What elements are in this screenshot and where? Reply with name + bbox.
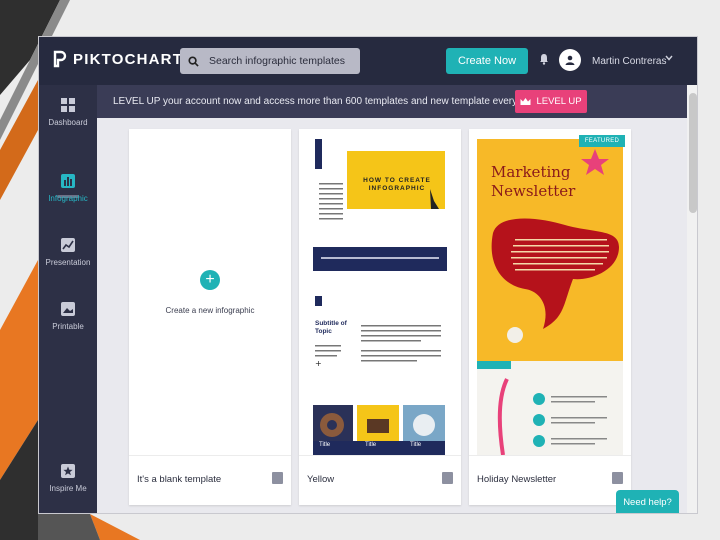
sidebar-item-printable[interactable]: Printable bbox=[39, 301, 97, 331]
sidebar-item-inspire-me[interactable]: Inspire Me bbox=[39, 463, 97, 493]
logo-mark-icon bbox=[53, 50, 67, 68]
sidebar-item-dashboard[interactable]: Dashboard bbox=[39, 97, 97, 127]
banner-text: LEVEL UP your account now and access mor… bbox=[113, 96, 547, 107]
scrollbar-thumb[interactable] bbox=[689, 93, 697, 213]
thumbnail-title: Marketing Newsletter bbox=[491, 163, 576, 200]
sidebar-item-label: Presentation bbox=[45, 258, 91, 267]
card-footer: Yellow bbox=[299, 455, 461, 505]
template-type-icon bbox=[442, 472, 453, 484]
user-name[interactable]: Martin Contreras bbox=[592, 56, 666, 67]
add-icon[interactable]: + bbox=[200, 270, 220, 290]
sidebar-item-label: Dashboard bbox=[48, 118, 88, 127]
thumbnail-subtitle: Subtitle of Topic bbox=[315, 320, 347, 335]
template-type-icon bbox=[272, 472, 283, 484]
inspire-icon bbox=[61, 464, 75, 478]
level-up-label: LEVEL UP bbox=[536, 96, 582, 107]
sidebar: Dashboard Infographic Presentation Print… bbox=[39, 85, 97, 513]
bell-icon[interactable] bbox=[539, 53, 549, 65]
chevron-down-icon[interactable] bbox=[665, 55, 673, 61]
user-icon bbox=[565, 55, 575, 65]
card-title: Yellow bbox=[307, 474, 335, 485]
scrollbar[interactable] bbox=[687, 85, 697, 513]
sidebar-item-presentation[interactable]: Presentation bbox=[39, 237, 97, 267]
create-now-button[interactable]: Create Now bbox=[446, 48, 528, 74]
create-new-label: Create a new infographic bbox=[165, 306, 255, 315]
card-title: Holiday Newsletter bbox=[477, 474, 557, 485]
top-bar: PIKTOCHART Search infographic templates … bbox=[39, 37, 697, 85]
card-title: It's a blank template bbox=[137, 474, 222, 485]
sidebar-item-label: Inspire Me bbox=[49, 484, 87, 493]
template-card-holiday-newsletter[interactable]: FEATURED Marketing Newsletter Holiday Ne… bbox=[469, 129, 631, 505]
logo[interactable]: PIKTOCHART bbox=[53, 50, 183, 68]
tile-title: Title bbox=[365, 442, 377, 448]
template-type-icon bbox=[612, 472, 623, 484]
app-window: PIKTOCHART Search infographic templates … bbox=[38, 36, 698, 514]
card-footer: It's a blank template bbox=[129, 455, 291, 505]
presentation-icon bbox=[61, 238, 75, 252]
crown-icon bbox=[520, 98, 531, 105]
dashboard-icon bbox=[61, 98, 75, 112]
svg-text:+: + bbox=[315, 359, 322, 368]
sidebar-item-infographic[interactable]: Infographic bbox=[39, 173, 97, 203]
upgrade-banner: LEVEL UP your account now and access mor… bbox=[97, 85, 687, 118]
template-card-blank[interactable]: + Create a new infographic It's a blank … bbox=[129, 129, 291, 505]
logo-text: PIKTOCHART bbox=[73, 50, 184, 68]
need-help-button[interactable]: Need help? bbox=[616, 490, 679, 513]
featured-badge: FEATURED bbox=[579, 135, 625, 147]
infographic-icon bbox=[61, 174, 75, 188]
search-icon bbox=[188, 55, 199, 67]
tile-title: Title bbox=[410, 442, 422, 448]
sidebar-item-label: Printable bbox=[52, 322, 84, 331]
card-footer: Holiday Newsletter bbox=[469, 455, 631, 505]
level-up-button[interactable]: LEVEL UP bbox=[515, 90, 587, 113]
template-card-yellow[interactable]: + HOW TO CREATE INFOGRAPHIC Subtitle of … bbox=[299, 129, 461, 505]
thumbnail-title: HOW TO CREATE INFOGRAPHIC bbox=[363, 177, 431, 192]
printable-icon bbox=[61, 302, 75, 316]
search-input[interactable]: Search infographic templates bbox=[180, 48, 360, 74]
sidebar-item-label: Infographic bbox=[48, 194, 88, 203]
avatar[interactable] bbox=[559, 49, 581, 71]
search-placeholder: Search infographic templates bbox=[209, 55, 345, 67]
tile-title: Title bbox=[319, 442, 331, 448]
